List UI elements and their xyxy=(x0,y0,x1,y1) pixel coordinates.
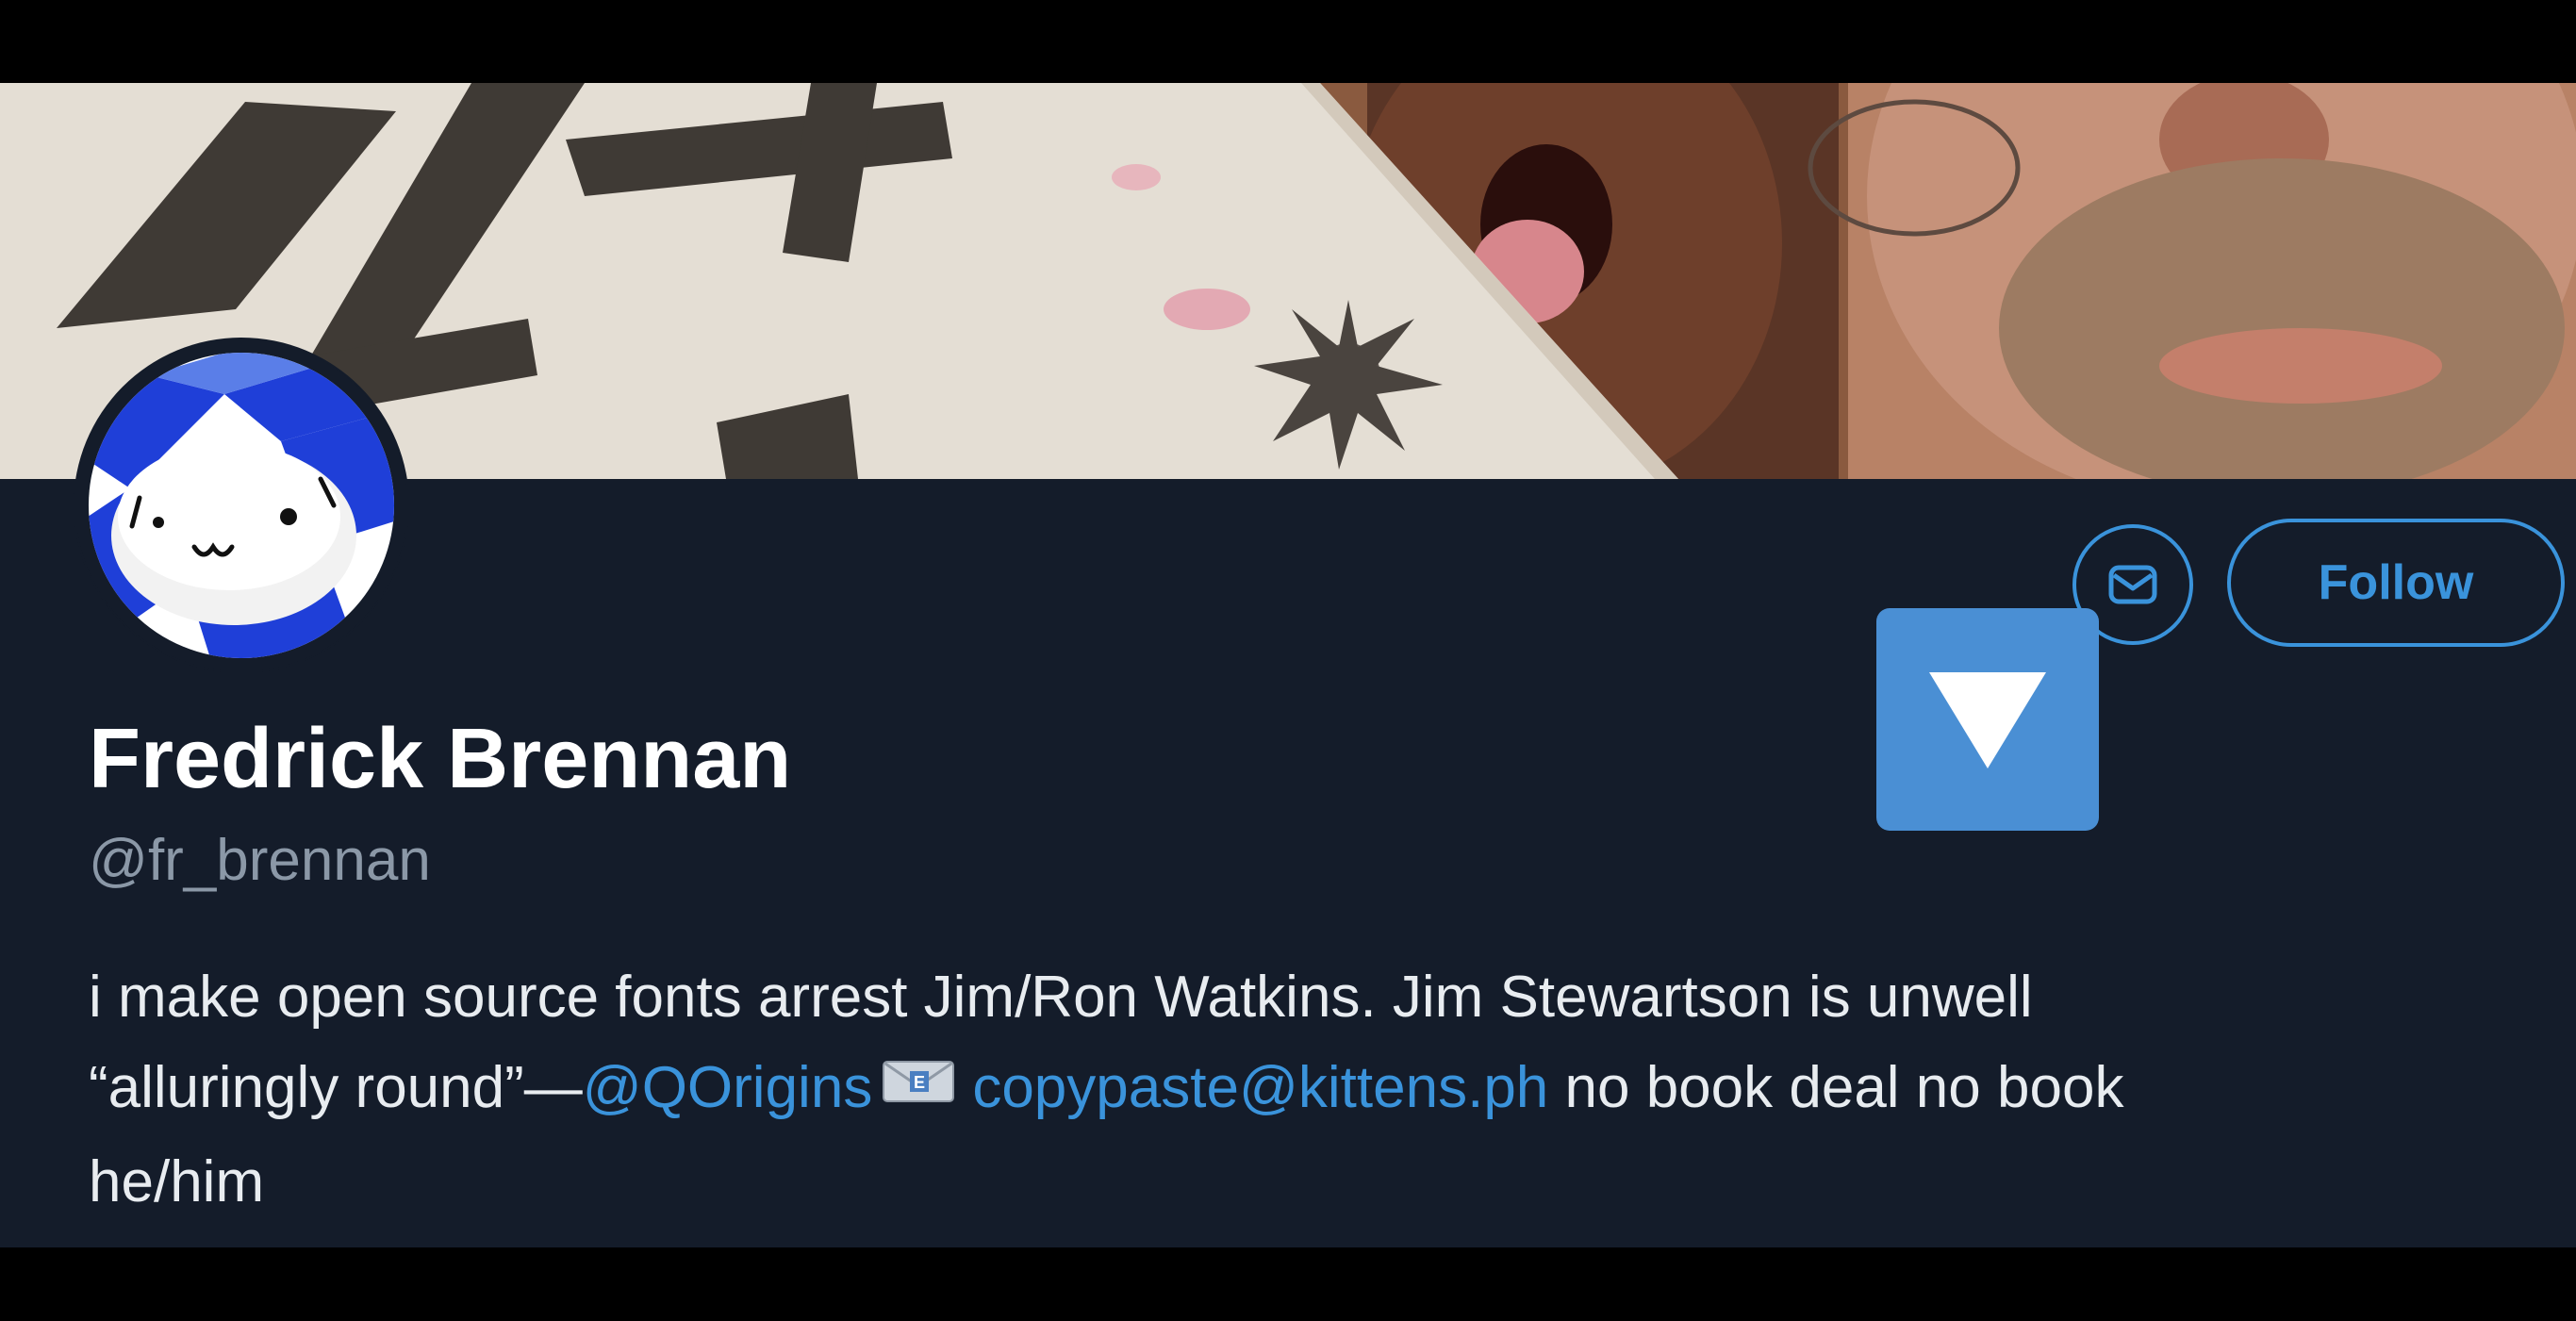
follow-button-label: Follow xyxy=(2318,555,2474,610)
username-handle: @fr_brennan xyxy=(89,828,431,893)
email-emoji-icon: E xyxy=(882,1041,955,1131)
email-link[interactable]: copypaste@kittens.ph xyxy=(972,1055,1548,1120)
profile-banner-image[interactable] xyxy=(0,83,2576,479)
avatar-image xyxy=(75,339,407,671)
avatar[interactable] xyxy=(74,338,409,673)
display-name: Fredrick Brennan xyxy=(89,712,792,806)
envelope-icon xyxy=(2108,565,2157,604)
bio-quote: “alluringly round”— xyxy=(89,1055,583,1120)
profile-bio: i make open source fonts arrest Jim/Ron … xyxy=(89,952,2502,1228)
dropdown-arrow-button[interactable] xyxy=(1876,608,2099,831)
bio-pronouns: he/him xyxy=(89,1148,265,1214)
bio-line-1: i make open source fonts arrest Jim/Ron … xyxy=(89,965,2033,1030)
follow-button[interactable]: Follow xyxy=(2227,519,2565,647)
svg-text:E: E xyxy=(914,1073,925,1092)
banner-photo-illustration xyxy=(0,83,2576,479)
screenshot-frame: Follow Fredrick Brennan @fr_brennan i ma… xyxy=(0,0,2576,1321)
bio-rest: no book deal no book xyxy=(1548,1055,2124,1120)
mention-link[interactable]: @QOrigins xyxy=(583,1055,873,1120)
bio-line-2: “alluringly round”—@QOrigins Ecopypaste@k… xyxy=(89,1043,2502,1137)
triangle-down-icon xyxy=(1929,672,2046,768)
